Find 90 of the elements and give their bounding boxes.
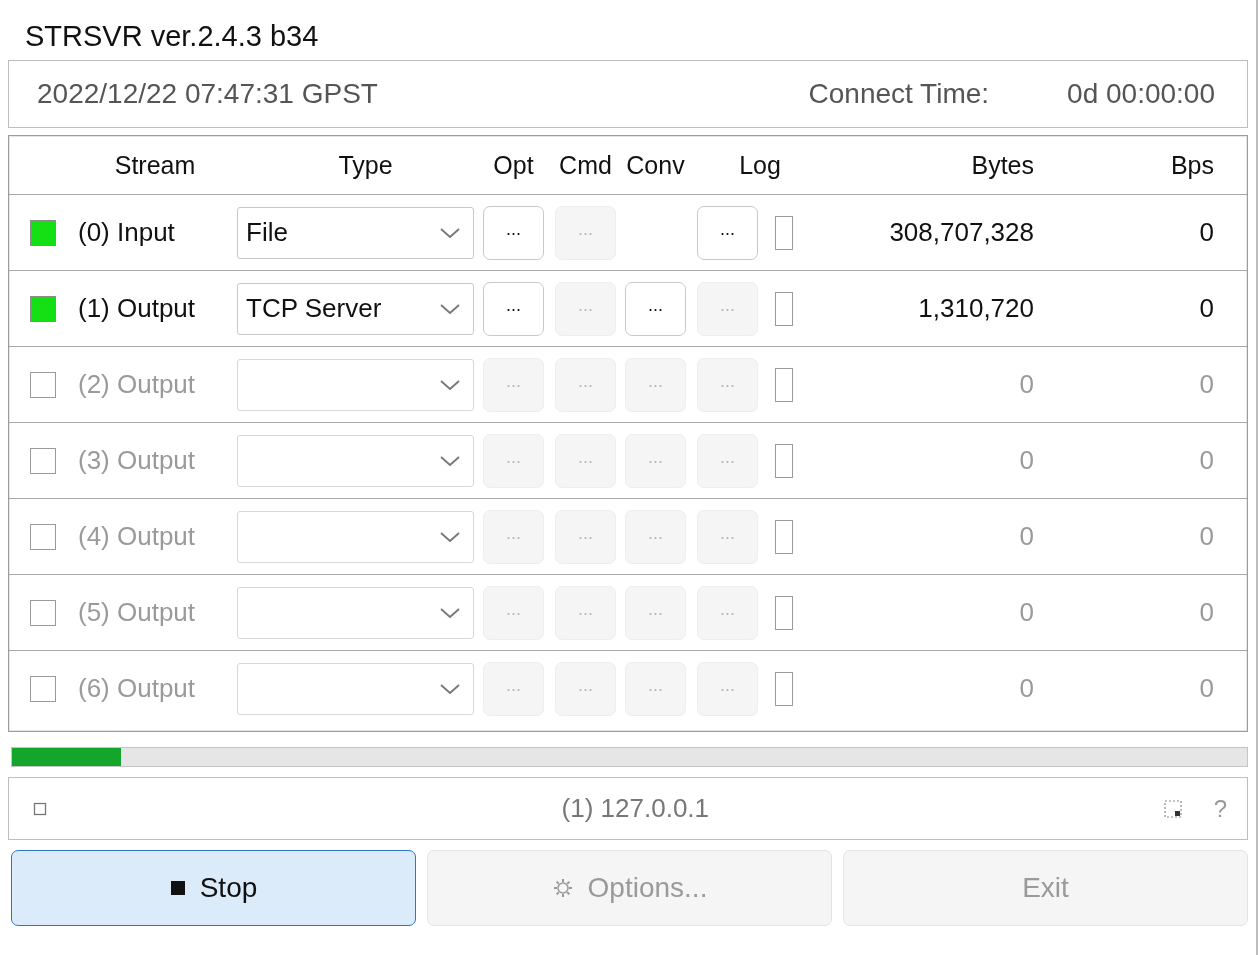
- stream-label: (0) Input: [78, 217, 176, 248]
- bps-value: 0: [1198, 673, 1214, 704]
- log-checkbox[interactable]: [775, 443, 793, 478]
- column-header: Bps: [1169, 150, 1214, 180]
- stream-label: (2) Output: [78, 369, 197, 400]
- square-icon: [33, 801, 47, 816]
- ellipsis-button[interactable]: ...: [555, 205, 616, 260]
- resize-grip-icon: [1163, 799, 1182, 818]
- column-header: Stream: [113, 150, 197, 180]
- chevron-icon: [439, 681, 461, 696]
- stream-label: (1) Output: [78, 293, 197, 324]
- ellipsis-button[interactable]: ...: [483, 357, 544, 412]
- stop-icon: [169, 880, 186, 896]
- type-dropdown[interactable]: [237, 662, 474, 715]
- column-header: Cmd: [558, 150, 613, 180]
- stream-label: (5) Output: [78, 597, 197, 628]
- log-checkbox[interactable]: [775, 291, 793, 326]
- type-dropdown[interactable]: TCP Server: [237, 282, 474, 335]
- ellipsis-button[interactable]: ...: [697, 661, 758, 716]
- ellipsis-button[interactable]: ...: [483, 281, 544, 336]
- ellipsis-button[interactable]: ...: [697, 281, 758, 336]
- ellipsis-button[interactable]: ...: [625, 585, 686, 640]
- chevron-icon: [439, 377, 461, 392]
- ellipsis-button[interactable]: ...: [625, 661, 686, 716]
- connect-time-label: Connect Time:: [808, 78, 990, 110]
- help-mark[interactable]: ?: [1213, 794, 1227, 823]
- bps-value: 0: [1198, 293, 1214, 324]
- type-dropdown[interactable]: [237, 358, 474, 411]
- type-dropdown[interactable]: [237, 510, 474, 563]
- column-header: Log: [738, 150, 782, 180]
- chevron-icon: [439, 225, 461, 240]
- byte-count: 0: [1018, 521, 1034, 552]
- exit-button[interactable]: Exit: [843, 850, 1248, 926]
- column-header: Type: [337, 150, 394, 180]
- ellipsis-button[interactable]: ...: [555, 661, 616, 716]
- chevron-icon: [439, 453, 461, 468]
- ellipsis-button[interactable]: ...: [555, 585, 616, 640]
- status-text: (1) 127.0.0.1: [560, 793, 711, 824]
- type-dropdown[interactable]: File: [237, 206, 474, 259]
- ellipsis-button[interactable]: ...: [697, 433, 758, 488]
- chevron-icon: [439, 301, 461, 316]
- ellipsis-button[interactable]: ...: [697, 509, 758, 564]
- column-header: Bytes: [970, 150, 1034, 180]
- bps-value: 0: [1198, 597, 1214, 628]
- bps-value: 0: [1198, 369, 1214, 400]
- bps-value: 0: [1198, 217, 1214, 248]
- ellipsis-button[interactable]: ...: [625, 433, 686, 488]
- ellipsis-button[interactable]: ...: [697, 205, 758, 260]
- type-dropdown[interactable]: [237, 586, 474, 639]
- ellipsis-button[interactable]: ...: [555, 281, 616, 336]
- ellipsis-button[interactable]: ...: [697, 585, 758, 640]
- ellipsis-button[interactable]: ...: [483, 585, 544, 640]
- column-header: Conv: [625, 150, 686, 180]
- ellipsis-button[interactable]: ...: [697, 357, 758, 412]
- byte-count: 1,310,720: [917, 293, 1034, 324]
- connect-time-value: 0d 00:00:00: [1067, 78, 1215, 110]
- log-checkbox[interactable]: [775, 595, 793, 630]
- ellipsis-button[interactable]: ...: [483, 205, 544, 260]
- byte-count: 0: [1018, 369, 1034, 400]
- byte-count: 308,707,328: [888, 217, 1034, 248]
- ellipsis-button[interactable]: ...: [625, 509, 686, 564]
- gps-time: 2022/12/22 07:47:31 GPST: [37, 78, 378, 110]
- stop-button[interactable]: Stop: [11, 850, 416, 926]
- options-button[interactable]: Options...: [427, 850, 832, 926]
- gear-icon: [551, 877, 574, 899]
- stream-label: (3) Output: [78, 445, 197, 476]
- window-title: STRSVR ver.2.4.3 b34: [24, 19, 320, 54]
- chevron-icon: [439, 529, 461, 544]
- ellipsis-button[interactable]: ...: [555, 509, 616, 564]
- ellipsis-button[interactable]: ...: [625, 281, 686, 336]
- bps-value: 0: [1198, 521, 1214, 552]
- chevron-icon: [439, 605, 461, 620]
- column-header: Opt: [492, 150, 535, 180]
- byte-count: 0: [1018, 673, 1034, 704]
- type-dropdown[interactable]: [237, 434, 474, 487]
- log-checkbox[interactable]: [775, 367, 793, 402]
- byte-count: 0: [1018, 445, 1034, 476]
- log-checkbox[interactable]: [775, 215, 793, 250]
- stream-label: (6) Output: [78, 673, 197, 704]
- ellipsis-button[interactable]: ...: [555, 357, 616, 412]
- log-checkbox[interactable]: [775, 671, 793, 706]
- ellipsis-button[interactable]: ...: [483, 433, 544, 488]
- bps-value: 0: [1198, 445, 1214, 476]
- ellipsis-button[interactable]: ...: [483, 661, 544, 716]
- log-checkbox[interactable]: [775, 519, 793, 554]
- ellipsis-button[interactable]: ...: [483, 509, 544, 564]
- byte-count: 0: [1018, 597, 1034, 628]
- ellipsis-button[interactable]: ...: [625, 357, 686, 412]
- ellipsis-button[interactable]: ...: [555, 433, 616, 488]
- stream-label: (4) Output: [78, 521, 197, 552]
